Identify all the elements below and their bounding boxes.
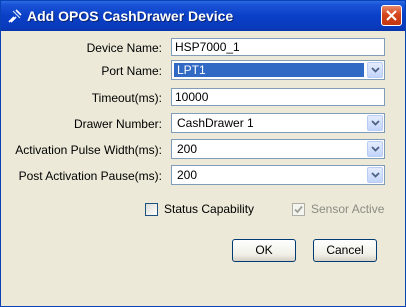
- cash-drawer-device-icon: [7, 8, 23, 24]
- chevron-down-icon: [371, 67, 380, 73]
- timeout-label: Timeout(ms):: [91, 91, 162, 105]
- port-name-value: LPT1: [174, 63, 364, 77]
- add-device-dialog: Add OPOS CashDrawer Device Device Name: …: [0, 0, 406, 307]
- close-icon: [386, 10, 397, 21]
- post-activation-pause-value: 200: [177, 168, 198, 182]
- activation-pulse-width-select[interactable]: 200: [171, 139, 385, 159]
- chevron-down-icon: [371, 120, 380, 126]
- post-activation-pause-select[interactable]: 200: [171, 165, 385, 185]
- port-name-select[interactable]: LPT1: [171, 60, 385, 80]
- cancel-button[interactable]: Cancel: [313, 239, 377, 262]
- post-activation-pause-dropdown-button[interactable]: [367, 167, 383, 183]
- drawer-number-select[interactable]: CashDrawer 1: [171, 113, 385, 133]
- drawer-number-label: Drawer Number:: [73, 117, 162, 131]
- status-capability-label: Status Capability: [164, 202, 255, 216]
- port-name-label: Port Name:: [101, 64, 162, 78]
- drawer-number-value: CashDrawer 1: [177, 116, 254, 130]
- post-activation-pause-label: Post Activation Pause(ms):: [18, 169, 162, 183]
- sensor-active-label: Sensor Active: [311, 202, 385, 216]
- activation-pulse-width-value: 200: [177, 142, 198, 156]
- sensor-active-checkbox[interactable]: Sensor Active: [292, 203, 392, 217]
- timeout-field[interactable]: 10000: [171, 88, 385, 106]
- chevron-down-icon: [371, 172, 380, 178]
- activation-pulse-width-label: Activation Pulse Width(ms):: [15, 143, 162, 157]
- device-name-field[interactable]: HSP7000_1: [171, 38, 385, 56]
- chevron-down-icon: [371, 146, 380, 152]
- status-capability-checkbox[interactable]: Status Capability: [145, 203, 265, 217]
- port-name-dropdown-button[interactable]: [367, 62, 383, 78]
- device-name-label: Device Name:: [86, 41, 162, 55]
- status-capability-box[interactable]: [145, 203, 158, 216]
- sensor-active-box[interactable]: [292, 203, 305, 216]
- drawer-number-dropdown-button[interactable]: [367, 115, 383, 131]
- title-bar[interactable]: Add OPOS CashDrawer Device: [1, 1, 405, 31]
- ok-button[interactable]: OK: [232, 239, 296, 262]
- activation-pulse-width-dropdown-button[interactable]: [367, 141, 383, 157]
- window-title: Add OPOS CashDrawer Device: [27, 8, 234, 24]
- close-button[interactable]: [381, 5, 402, 26]
- checkmark-icon: [294, 205, 303, 214]
